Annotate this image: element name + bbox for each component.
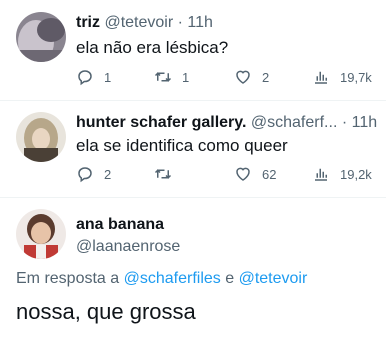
reply-prefix: Em resposta a bbox=[16, 270, 120, 287]
like-icon bbox=[236, 167, 250, 181]
like-count: 2 bbox=[262, 69, 270, 85]
tweet-text: ela se identifica como queer bbox=[76, 136, 288, 155]
timestamp[interactable]: 11h bbox=[187, 14, 213, 31]
avatar[interactable] bbox=[16, 12, 66, 62]
author-name[interactable]: triz bbox=[76, 14, 100, 31]
conjunction: e bbox=[225, 270, 235, 287]
reply-context: Em resposta a @schaferfiles e @tetevoir bbox=[16, 270, 307, 288]
views-button[interactable]: 19,2k bbox=[312, 164, 372, 184]
views-icon bbox=[315, 168, 327, 181]
mention-link[interactable]: @tetevoir bbox=[239, 270, 308, 287]
tweet-text: ela não era lésbica? bbox=[76, 38, 229, 57]
author-handle[interactable]: @tetevoir bbox=[104, 14, 173, 31]
reply-icon bbox=[78, 70, 92, 86]
mention-link[interactable]: @schaferfiles bbox=[124, 270, 221, 287]
like-button[interactable]: 62 bbox=[234, 164, 276, 184]
views-button[interactable]: 19,7k bbox=[312, 67, 372, 87]
main-tweet-text: nossa, que grossa bbox=[16, 299, 196, 324]
retweet-button[interactable]: 1 bbox=[154, 67, 189, 87]
retweet-icon bbox=[154, 72, 172, 82]
timestamp[interactable]: 11h bbox=[352, 114, 378, 131]
views-icon bbox=[315, 71, 327, 84]
author-handle[interactable]: @schaferf... bbox=[251, 114, 338, 131]
avatar[interactable] bbox=[16, 209, 66, 259]
author-handle[interactable]: @laanaenrose bbox=[76, 238, 180, 256]
like-button[interactable]: 2 bbox=[234, 67, 269, 87]
retweet-icon bbox=[154, 169, 172, 179]
reply-button[interactable]: 1 bbox=[76, 67, 111, 87]
retweet-button[interactable] bbox=[154, 164, 182, 184]
separator: · bbox=[341, 114, 348, 131]
divider bbox=[0, 197, 386, 198]
retweet-count: 1 bbox=[182, 69, 190, 85]
like-icon bbox=[236, 70, 250, 84]
reply-count: 1 bbox=[104, 69, 112, 85]
author-name[interactable]: hunter schafer gallery. bbox=[76, 114, 246, 131]
views-count: 19,7k bbox=[340, 69, 372, 85]
avatar[interactable] bbox=[16, 112, 66, 162]
separator: · bbox=[177, 14, 183, 31]
divider bbox=[0, 100, 386, 101]
reply-button[interactable]: 2 bbox=[76, 164, 111, 184]
views-count: 19,2k bbox=[340, 166, 372, 182]
author-name[interactable]: ana banana bbox=[76, 216, 164, 233]
reply-icon bbox=[78, 167, 92, 183]
reply-count: 2 bbox=[104, 166, 112, 182]
like-count: 62 bbox=[262, 166, 277, 182]
